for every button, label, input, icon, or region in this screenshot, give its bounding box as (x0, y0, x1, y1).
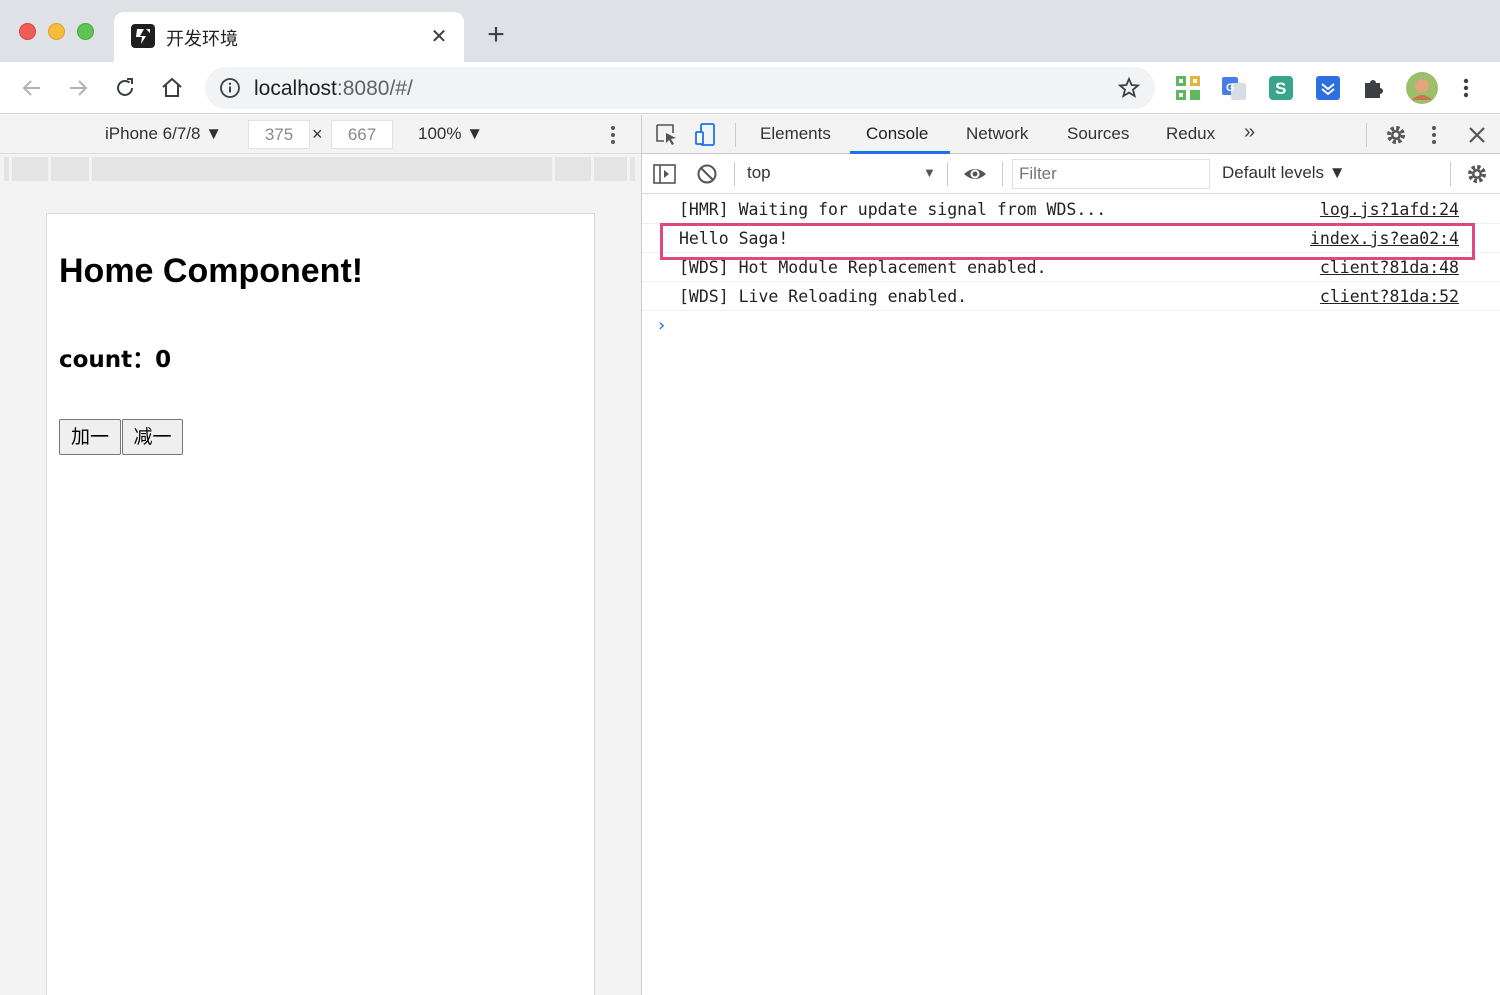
forward-arrow-icon (70, 80, 88, 96)
home-button[interactable] (156, 72, 188, 104)
devtools-tab-bar: Elements Console Network Sources Redux » (642, 115, 1500, 154)
browser-tab[interactable]: 开发环境 ✕ (114, 12, 464, 62)
extensions-puzzle-icon[interactable] (1361, 75, 1387, 101)
forward-button[interactable] (62, 72, 94, 104)
new-tab-button[interactable]: + (480, 20, 512, 52)
console-settings-gear-icon[interactable] (1464, 161, 1490, 187)
avatar[interactable] (1406, 72, 1438, 104)
toolbar-divider (735, 123, 736, 147)
log-text: [HMR] Waiting for update signal from WDS… (679, 200, 1107, 219)
sidebar-toggle-icon[interactable] (652, 161, 678, 187)
close-devtools-icon[interactable] (1464, 122, 1490, 148)
download-extension-icon[interactable] (1315, 75, 1341, 101)
favicon-icon (131, 24, 155, 48)
log-levels-select[interactable]: Default levels ▼ (1222, 163, 1346, 183)
tab-elements[interactable]: Elements (760, 124, 831, 144)
device-emulation-pane: iPhone 6/7/8 ▼ 375 × 667 100% ▼ Home Com… (0, 115, 641, 995)
tab-redux[interactable]: Redux (1166, 124, 1215, 144)
dimension-separator: × (312, 124, 323, 144)
highlight-annotation-box (660, 223, 1475, 260)
width-input[interactable]: 375 (248, 120, 310, 149)
zoom-select[interactable]: 100% ▼ (418, 124, 483, 144)
browser-toolbar: localhost:8080/#/ G S (0, 62, 1500, 114)
toolbar-divider (947, 162, 948, 186)
inspect-element-icon[interactable] (654, 122, 680, 148)
home-icon (162, 77, 182, 97)
minimize-window-button[interactable] (48, 23, 65, 40)
s-extension-icon[interactable]: S (1268, 75, 1294, 101)
console-prompt[interactable]: › (656, 315, 667, 336)
emulated-page: Home Component! count：0 加一 减一 (46, 213, 595, 995)
live-expression-eye-icon[interactable] (962, 161, 988, 187)
info-icon[interactable] (219, 77, 241, 99)
back-arrow-icon (22, 80, 40, 96)
tab-console[interactable]: Console (866, 124, 928, 144)
console-filter-input[interactable] (1012, 159, 1210, 189)
count-display: count：0 (59, 347, 172, 373)
increment-button[interactable]: 加一 (59, 419, 121, 455)
settings-gear-icon[interactable] (1383, 122, 1409, 148)
devtools-menu-icon[interactable] (1426, 122, 1442, 148)
log-text: [WDS] Hot Module Replacement enabled. (679, 258, 1047, 277)
log-source-link[interactable]: log.js?1afd:24 (1320, 200, 1459, 219)
bookmark-star-icon[interactable] (1117, 76, 1141, 100)
device-select[interactable]: iPhone 6/7/8 ▼ (105, 124, 222, 144)
qr-extension-icon[interactable] (1175, 75, 1201, 101)
url-text[interactable]: localhost:8080/#/ (254, 77, 413, 101)
svg-text:S: S (1275, 79, 1286, 98)
translate-extension-icon[interactable]: G (1221, 75, 1247, 101)
clear-console-icon[interactable] (694, 161, 720, 187)
more-tabs-icon[interactable]: » (1244, 121, 1255, 144)
toolbar-divider (1002, 162, 1003, 186)
browser-menu-icon[interactable] (1456, 75, 1476, 101)
log-source-link[interactable]: client?81da:48 (1320, 258, 1459, 277)
log-text: [WDS] Live Reloading enabled. (679, 287, 968, 306)
toolbar-divider (734, 162, 735, 186)
reload-button[interactable] (109, 72, 141, 104)
reload-icon (117, 78, 133, 96)
device-toolbar: iPhone 6/7/8 ▼ 375 × 667 100% ▼ (0, 115, 641, 154)
context-select[interactable]: top (747, 163, 771, 183)
maximize-window-button[interactable] (77, 23, 94, 40)
toolbar-divider (1366, 123, 1367, 147)
page-title: Home Component! (59, 252, 364, 290)
browser-title-bar: 开发环境 ✕ + (0, 0, 1500, 62)
tab-sources[interactable]: Sources (1067, 124, 1129, 144)
tab-title: 开发环境 (166, 29, 238, 50)
back-button[interactable] (16, 72, 48, 104)
svg-text:G: G (1226, 82, 1235, 94)
decrement-button[interactable]: 减一 (122, 419, 183, 455)
height-input[interactable]: 667 (331, 120, 393, 149)
device-menu-icon[interactable] (605, 123, 621, 147)
media-query-bar[interactable] (4, 157, 638, 181)
address-bar[interactable]: localhost:8080/#/ (205, 67, 1155, 109)
console-message: [WDS] Live Reloading enabled. client?81d… (642, 282, 1500, 311)
console-message: [HMR] Waiting for update signal from WDS… (642, 195, 1500, 224)
device-toggle-icon[interactable] (693, 122, 719, 148)
tab-network[interactable]: Network (966, 124, 1028, 144)
context-dropdown-icon[interactable]: ▼ (923, 165, 936, 180)
close-window-button[interactable] (19, 23, 36, 40)
tab-close-icon[interactable]: ✕ (426, 24, 452, 50)
toolbar-divider (1450, 162, 1451, 186)
devtools-panel: Elements Console Network Sources Redux »… (641, 115, 1500, 995)
console-toolbar: top ▼ Default levels ▼ (642, 154, 1500, 194)
log-source-link[interactable]: client?81da:52 (1320, 287, 1459, 306)
